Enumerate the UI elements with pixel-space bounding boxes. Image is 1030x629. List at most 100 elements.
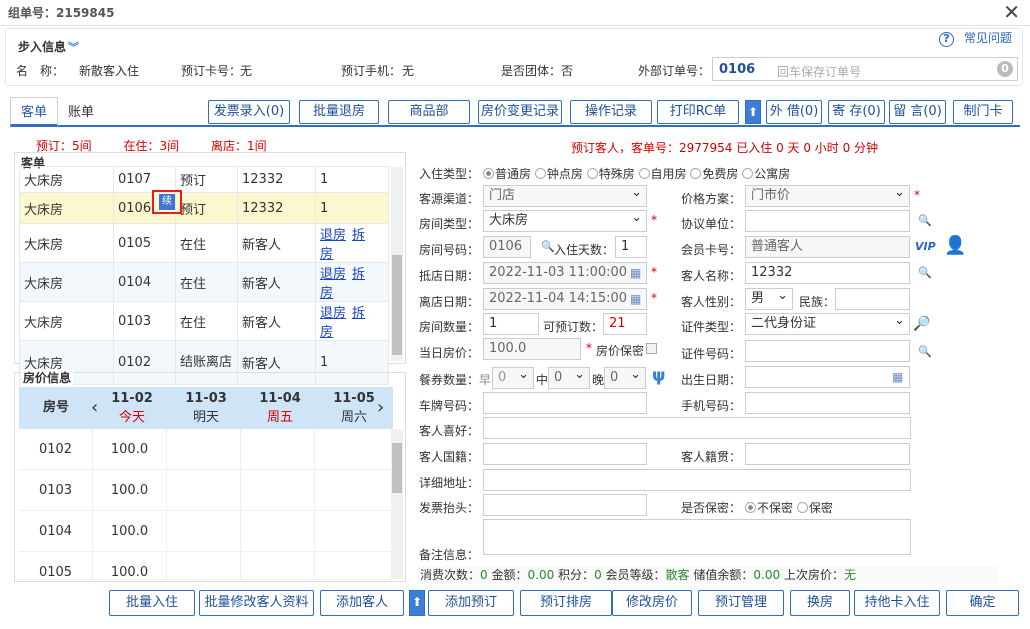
hobby-input[interactable] <box>483 417 911 439</box>
member-input[interactable]: 普通客人 <box>745 236 910 258</box>
agreement-input[interactable] <box>745 210 910 232</box>
address-input[interactable] <box>483 469 911 491</box>
message-button[interactable]: 留 言(0) <box>889 100 946 124</box>
operation-log-button[interactable]: 操作记录 <box>570 100 652 124</box>
radio-secret[interactable] <box>796 502 808 513</box>
id-reader-icon[interactable]: 🔎 <box>913 316 930 332</box>
search-icon[interactable]: 🔍 <box>918 214 932 227</box>
id-type-select[interactable]: 二代身份证 <box>745 311 910 335</box>
birth-input[interactable] <box>745 366 910 388</box>
price-secret-checkbox[interactable] <box>646 343 657 354</box>
qty-input[interactable]: 1 <box>483 313 539 335</box>
print-rc-button[interactable]: 打印RC单 <box>657 100 739 124</box>
goods-button[interactable]: 商品部 <box>388 100 470 124</box>
room-type-select[interactable]: 大床房 <box>483 208 647 232</box>
batch-checkout-button[interactable]: 批量退房 <box>299 100 379 124</box>
batch-edit-guests-button[interactable]: 批量修改客人资料 <box>199 590 314 616</box>
ethnic-input[interactable] <box>835 288 910 310</box>
price-change-log-button[interactable]: 房价变更记录 <box>478 100 562 124</box>
walkin-header[interactable]: 步入信息 ︾ <box>18 38 79 55</box>
id-no-input[interactable] <box>745 340 910 362</box>
radio-apartment[interactable] <box>742 168 754 179</box>
table-row-selected[interactable]: 大床房 0106 预订 12332 1 <box>19 192 389 224</box>
tab-guest-order[interactable]: 客单 <box>10 97 59 127</box>
make-card-button[interactable]: 制门卡 <box>953 100 1013 124</box>
assign-room-button[interactable]: 预订排房 <box>520 590 612 616</box>
dinner-select[interactable]: 0 <box>604 365 646 389</box>
price-row[interactable]: 0103 100.0 <box>19 470 393 511</box>
invoice-input[interactable] <box>483 494 647 516</box>
modify-price-button[interactable]: 修改房价 <box>612 590 692 616</box>
deposit-button[interactable]: 寄 存(0) <box>828 100 885 124</box>
arrive-date-input[interactable]: 2022-11-03 11:00:00 <box>483 262 647 284</box>
room-list-table: 大床房 0107 预订 12332 1 大床房 0106 预订 12332 1 大床房 0105 在… <box>19 166 389 385</box>
lend-button[interactable]: 外 借(0) <box>766 100 822 124</box>
invoice-entry-button[interactable]: 发票录入(0) <box>208 100 290 124</box>
plate-input[interactable] <box>483 392 647 414</box>
radio-free[interactable] <box>690 168 702 179</box>
ext-order-input[interactable]: 0106 回车保存订单号 0 <box>712 57 1018 81</box>
native-input[interactable] <box>745 443 910 465</box>
breakfast-select[interactable]: 0 <box>492 365 534 389</box>
close-icon[interactable]: ✕ <box>1003 0 1020 24</box>
radio-normal[interactable] <box>483 168 494 179</box>
batch-checkin-button[interactable]: 批量入住 <box>109 590 195 616</box>
renew-badge-highlight[interactable]: 续 <box>152 190 182 214</box>
up-arrow-icon[interactable]: ⬆ <box>745 100 761 124</box>
vip-icon[interactable]: VIP <box>915 240 936 253</box>
radio-not-secret[interactable] <box>745 502 756 513</box>
search-icon[interactable]: 🔍 <box>918 345 932 358</box>
add-guest-button[interactable]: 添加客人 <box>320 590 404 616</box>
tab-bill[interactable]: 账单 <box>57 97 105 127</box>
price-scrollbar[interactable] <box>391 429 403 579</box>
add-user-icon[interactable]: 👤 <box>944 235 966 256</box>
price-plan-select[interactable]: 门市价 <box>745 183 910 207</box>
confirm-button[interactable]: 确定 <box>946 590 1019 616</box>
search-icon[interactable]: 🔍 <box>541 240 555 253</box>
depart-date-input[interactable]: 2022-11-04 14:15:00 <box>483 288 647 310</box>
faq-link[interactable]: ? 常见问题 <box>938 29 1012 47</box>
up-arrow-icon[interactable]: ⬆ <box>409 590 425 616</box>
days-input[interactable]: 1 <box>615 236 647 258</box>
lunch-select[interactable]: 0 <box>548 365 590 389</box>
checkout-link[interactable]: 退房 <box>320 228 346 243</box>
checkout-link[interactable]: 退房 <box>320 306 346 321</box>
radio-hourly[interactable] <box>534 168 546 179</box>
avail-input[interactable]: 21 <box>603 313 647 335</box>
gender-select[interactable]: 男 <box>745 286 793 310</box>
renew-badge[interactable]: 续 <box>159 194 175 210</box>
source-select[interactable]: 门店 <box>483 183 647 207</box>
room-list-scrollbar[interactable] <box>391 167 403 361</box>
mobile-input[interactable] <box>745 392 910 414</box>
calendar-icon[interactable]: ▦ <box>892 370 903 384</box>
search-icon[interactable]: 🔍 <box>918 266 932 279</box>
add-reservation-button[interactable]: 添加预订 <box>428 590 514 616</box>
price-row[interactable]: 0104 100.0 <box>19 511 393 552</box>
guest-name-input[interactable]: 12332 <box>745 262 910 284</box>
table-row[interactable]: 大床房 0105 在住 新客人 退房 拆房 <box>19 223 389 263</box>
radio-self-use[interactable] <box>638 168 650 179</box>
remark-textarea[interactable] <box>483 519 911 555</box>
other-card-checkin-button[interactable]: 持他卡入住 <box>854 590 940 616</box>
checkout-link[interactable]: 退房 <box>320 267 346 282</box>
room-no-input[interactable]: 0106 <box>483 236 531 258</box>
collapse-chevron-icon[interactable]: ︾ <box>68 41 79 54</box>
change-room-button[interactable]: 换房 <box>790 590 850 616</box>
reservation-manage-button[interactable]: 预订管理 <box>698 590 784 616</box>
calendar-icon[interactable]: ▦ <box>630 266 641 280</box>
table-row[interactable]: 大床房 0103 在住 新客人 退房 拆房 <box>19 301 389 341</box>
next-arrow-icon[interactable]: › <box>377 397 384 418</box>
clear-icon[interactable]: 0 <box>997 61 1013 77</box>
day-price-input[interactable]: 100.0 <box>483 338 581 360</box>
nation-input[interactable] <box>483 443 647 465</box>
table-row[interactable]: 大床房 0104 在住 新客人 退房 拆房 <box>19 262 389 302</box>
address-label: 详细地址： <box>419 476 480 490</box>
price-row[interactable]: 0105 100.0 <box>19 552 393 580</box>
calendar-icon[interactable]: ▦ <box>630 292 641 306</box>
ext-order-placeholder: 回车保存订单号 <box>777 65 862 79</box>
checkin-type-radios[interactable]: 普通房 钟点房 特殊房 自用房 免费房 公寓房 <box>483 165 790 182</box>
price-row[interactable]: 0102 100.0 <box>19 429 393 470</box>
table-row[interactable]: 大床房 0107 预订 12332 1 <box>19 166 389 193</box>
radio-special[interactable] <box>586 168 598 179</box>
secret-radios[interactable]: 不保密 保密 <box>745 499 833 516</box>
